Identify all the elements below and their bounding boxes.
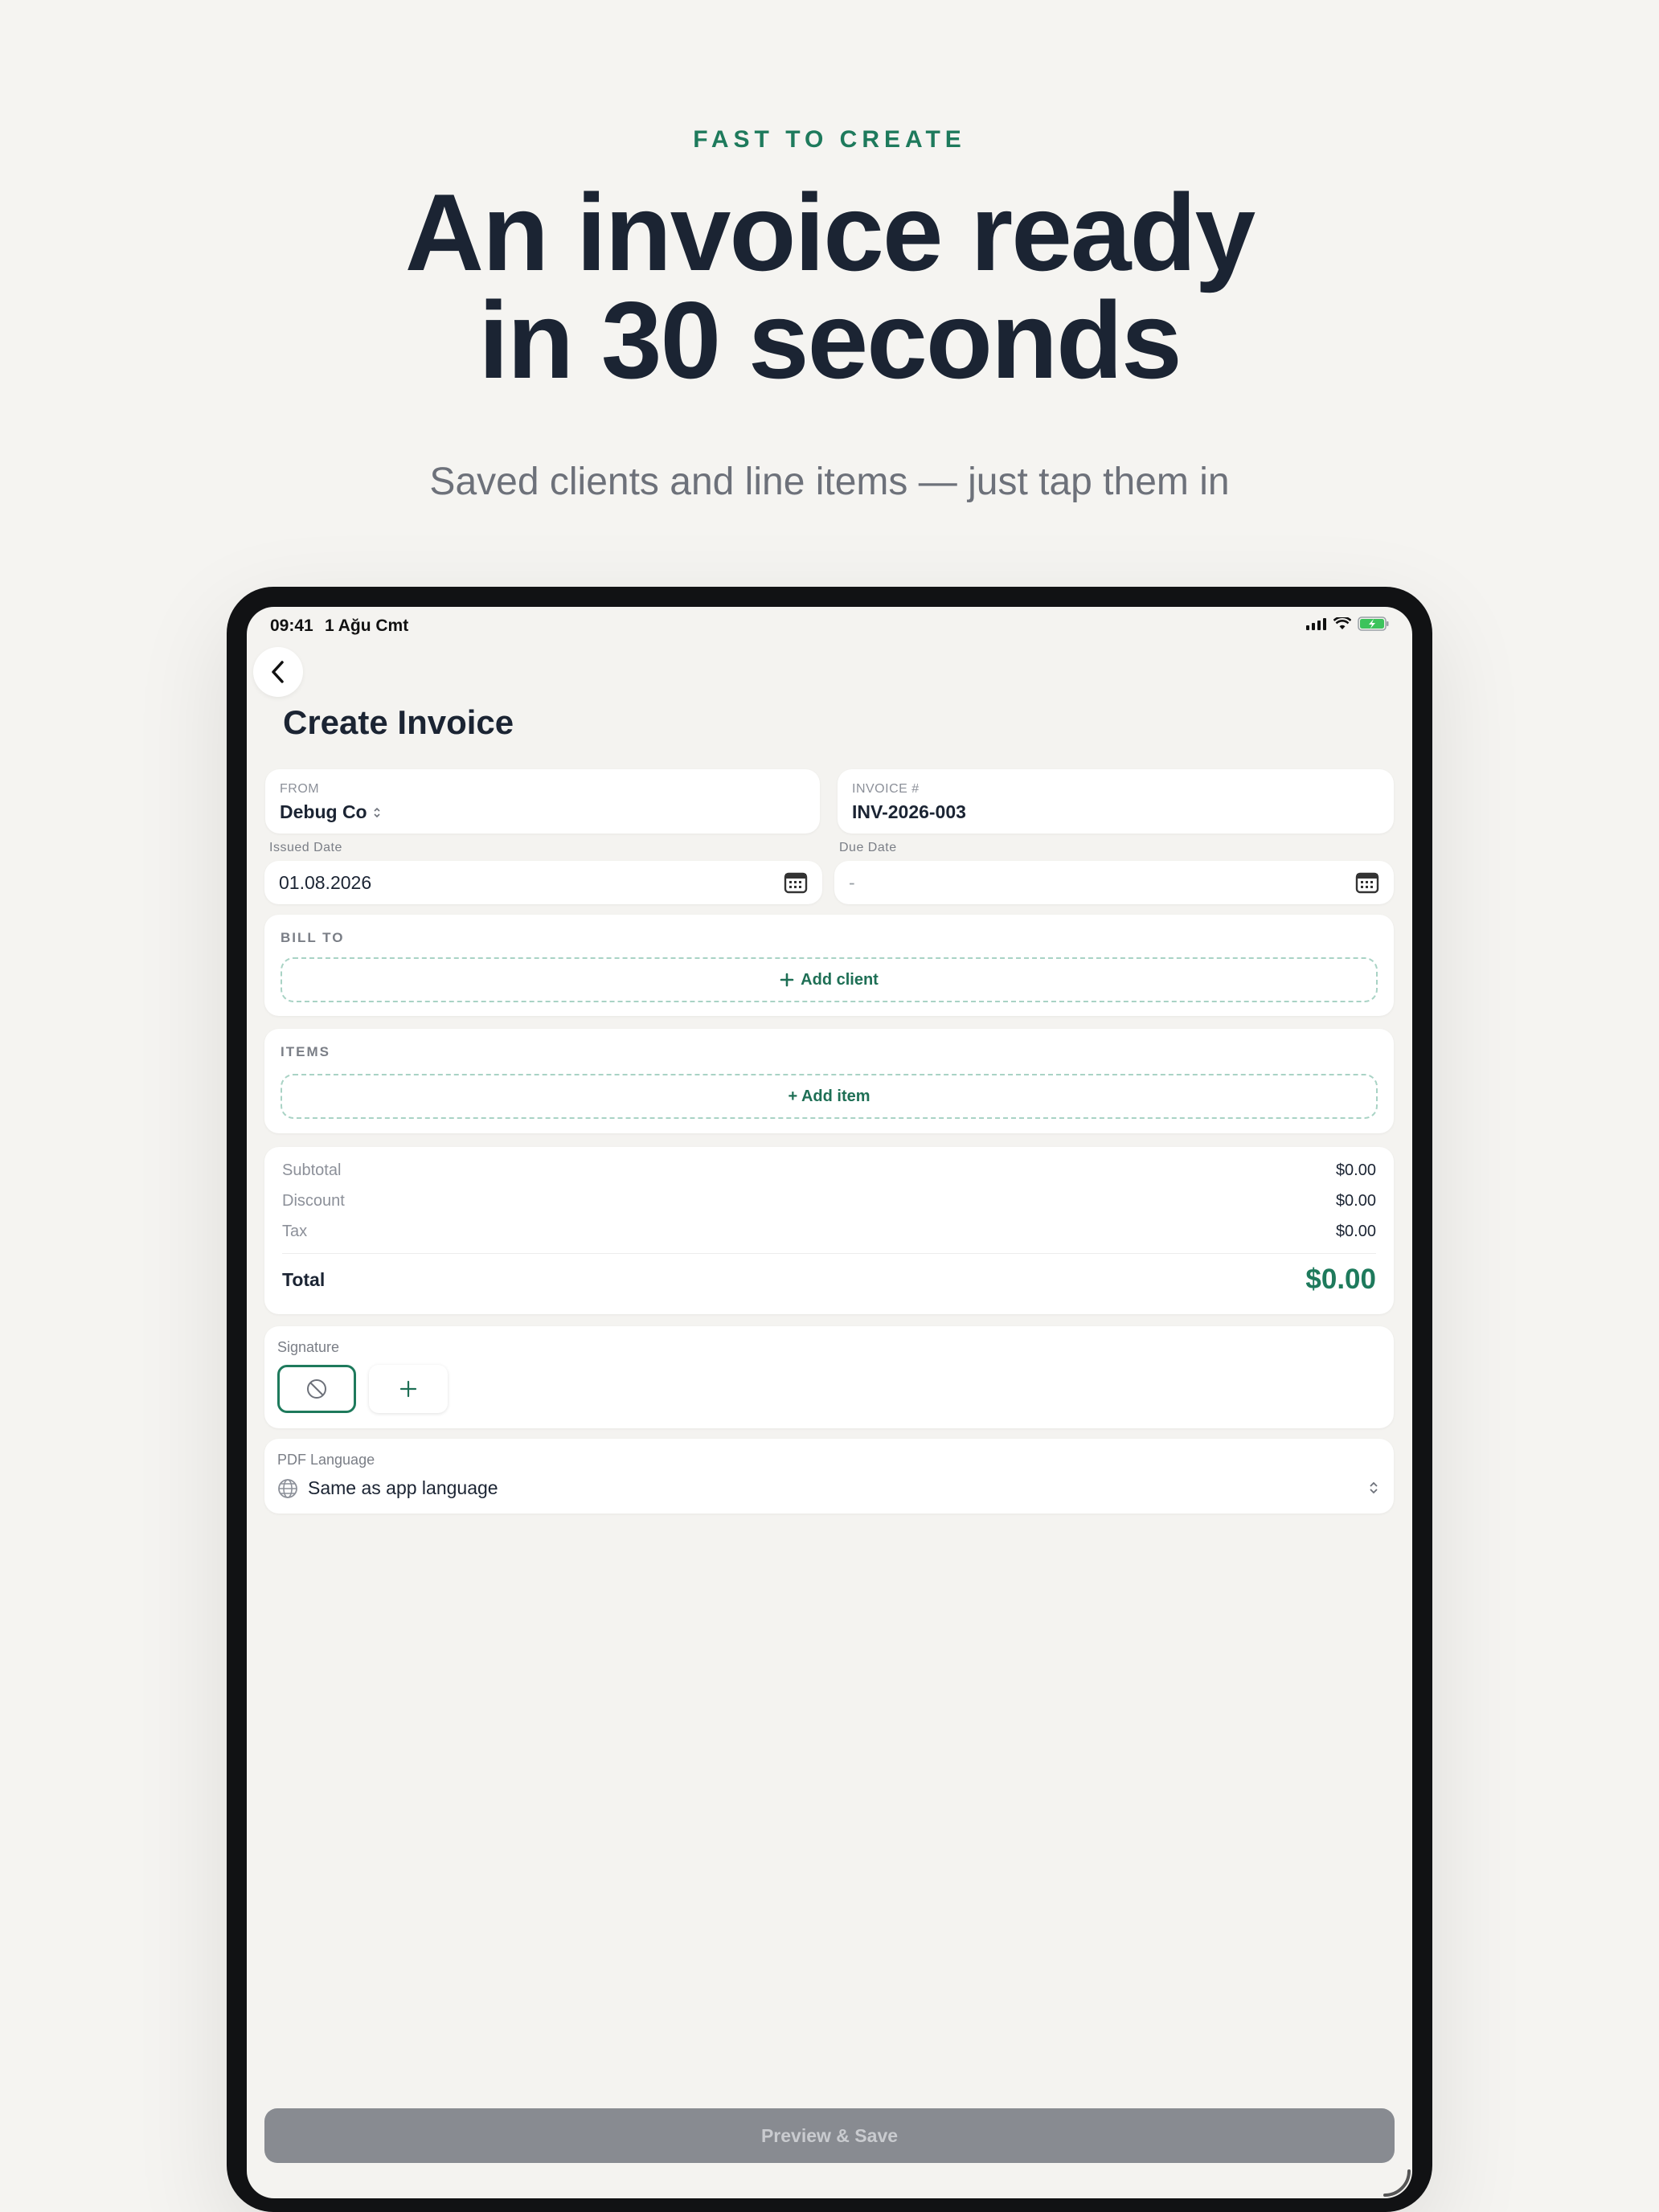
chevron-up-down-icon	[1370, 1481, 1378, 1494]
add-client-button[interactable]: Add client	[281, 957, 1378, 1002]
issued-date-label: Issued Date	[269, 841, 342, 854]
signature-none-button[interactable]	[277, 1365, 356, 1413]
status-date: 1 Ağu Cmt	[325, 616, 409, 635]
signature-section: Signature	[264, 1326, 1394, 1428]
battery-charging-icon	[1358, 616, 1389, 631]
from-selector[interactable]: FROM Debug Co	[265, 769, 820, 834]
prohibited-icon	[307, 1379, 326, 1399]
discount-value: $0.00	[1335, 1192, 1376, 1210]
hero-headline-line-1: An invoice ready	[404, 171, 1256, 293]
discount-label: Discount	[282, 1192, 345, 1210]
hero-headline: An invoice ready in 30 seconds	[0, 171, 1659, 401]
app-screen: 09:41 1 Ağu Cmt Create Invoice FROM Debu…	[247, 607, 1412, 2198]
invoice-number-label: INVOICE #	[852, 782, 920, 796]
subtotal-value: $0.00	[1335, 1161, 1376, 1179]
due-date-field[interactable]: -	[834, 861, 1394, 904]
back-button[interactable]	[253, 647, 303, 697]
due-date-label: Due Date	[839, 841, 897, 854]
bill-to-section: BILL TO Add client	[264, 915, 1394, 1016]
wifi-icon	[1333, 617, 1351, 629]
add-client-label: Add client	[801, 970, 879, 989]
pdf-language-label: PDF Language	[277, 1452, 375, 1468]
preview-save-button[interactable]: Preview & Save	[264, 2108, 1395, 2163]
invoice-number-field[interactable]: INVOICE # INV-2026-003	[838, 769, 1394, 834]
bill-to-label: BILL TO	[281, 930, 345, 945]
status-icons	[1306, 616, 1390, 631]
pdf-language-value: Same as app language	[308, 1477, 498, 1498]
chevron-left-icon	[272, 661, 284, 683]
issued-date-value: 01.08.2026	[279, 872, 372, 893]
status-time: 09:41	[270, 616, 313, 635]
plus-icon	[780, 973, 794, 987]
tablet-frame: 09:41 1 Ağu Cmt Create Invoice FROM Debu…	[227, 587, 1432, 2212]
from-value: Debug Co	[280, 801, 367, 822]
from-label: FROM	[280, 782, 320, 796]
hero-eyebrow: FAST TO CREATE	[693, 126, 966, 153]
add-item-button[interactable]: + Add item	[281, 1074, 1378, 1119]
plus-icon	[399, 1380, 417, 1398]
chevron-up-down-icon	[374, 807, 380, 817]
add-signature-button[interactable]	[369, 1365, 448, 1413]
status-bar: 09:41 1 Ağu Cmt	[247, 607, 1412, 642]
resize-handle-icon	[1383, 2169, 1411, 2197]
calendar-icon[interactable]	[784, 871, 808, 894]
signature-label: Signature	[277, 1339, 340, 1355]
tax-value: $0.00	[1335, 1223, 1376, 1240]
globe-icon	[278, 1478, 297, 1498]
totals-summary: Subtotal $0.00 Discount $0.00 Tax $0.00 …	[264, 1147, 1394, 1314]
tax-row: Tax $0.00	[282, 1223, 1376, 1241]
add-item-label: + Add item	[788, 1087, 870, 1105]
invoice-number-value: INV-2026-003	[852, 801, 966, 822]
hero-subhead: Saved clients and line items — just tap …	[429, 461, 1230, 503]
items-section: ITEMS + Add item	[264, 1029, 1394, 1133]
tax-label: Tax	[282, 1223, 308, 1240]
total-label: Total	[282, 1268, 326, 1290]
summary-divider	[282, 1253, 1376, 1254]
pdf-language-selector[interactable]: PDF Language Same as app language	[264, 1439, 1394, 1514]
page-title: Create Invoice	[283, 703, 514, 741]
subtotal-label: Subtotal	[282, 1161, 342, 1179]
hero-headline-line-2: in 30 seconds	[478, 279, 1182, 401]
subtotal-row: Subtotal $0.00	[282, 1161, 1376, 1180]
calendar-icon[interactable]	[1355, 871, 1379, 894]
issued-date-field[interactable]: 01.08.2026	[264, 861, 822, 904]
total-value: $0.00	[1305, 1264, 1376, 1295]
cellular-signal-icon	[1306, 618, 1326, 630]
discount-row: Discount $0.00	[282, 1192, 1376, 1210]
items-label: ITEMS	[281, 1044, 330, 1059]
total-row: Total $0.00	[282, 1264, 1376, 1296]
due-date-value: -	[849, 872, 855, 893]
